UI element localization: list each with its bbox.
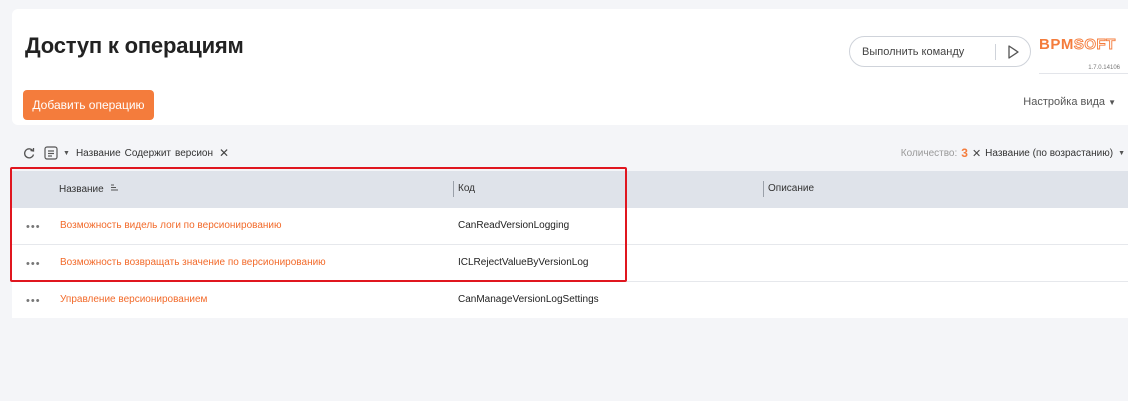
caret-down-icon: ▼ xyxy=(1108,98,1116,107)
app-version: 1.7.0.14106 xyxy=(1088,65,1120,71)
column-header-code[interactable]: Код xyxy=(458,183,475,194)
table-row[interactable]: ••• Управление версионированием CanManag… xyxy=(12,282,1128,319)
operation-code: CanManageVersionLogSettings xyxy=(458,294,599,305)
close-icon[interactable]: ✕ xyxy=(219,146,229,160)
filter-bar: ▼ Название Содержит версион ✕ xyxy=(22,145,229,161)
logo-bpm: BPM xyxy=(1039,36,1074,53)
summary-bar: Количество: 3 ✕ Название (по возрастанию… xyxy=(901,145,1125,161)
grid-header: Название Код Описание xyxy=(12,171,1128,208)
page-header: Доступ к операциям BPMSOFT 1.7.0.14106 Д… xyxy=(12,9,1128,125)
add-operation-button[interactable]: Добавить операцию xyxy=(23,90,154,120)
operation-name-link[interactable]: Возможность возвращать значение по верси… xyxy=(60,257,326,268)
column-divider[interactable] xyxy=(763,181,764,197)
sort-order[interactable]: Название (по возрастанию) xyxy=(985,148,1113,159)
more-icon[interactable]: ••• xyxy=(26,295,41,307)
count-label: Количество: xyxy=(900,147,958,159)
more-icon[interactable]: ••• xyxy=(26,221,41,233)
caret-down-icon[interactable]: ▼ xyxy=(63,150,70,157)
operation-name-link[interactable]: Управление версионированием xyxy=(60,294,207,305)
run-icon[interactable] xyxy=(1003,43,1023,61)
table-row[interactable]: ••• Возможность видель логи по версионир… xyxy=(12,208,1128,245)
filter-value[interactable]: версион xyxy=(175,148,213,159)
close-icon[interactable]: ✕ xyxy=(972,147,981,160)
table-row[interactable]: ••• Возможность возвращать значение по в… xyxy=(12,245,1128,282)
column-divider[interactable] xyxy=(453,181,454,197)
view-settings-label: Настройка вида xyxy=(1023,96,1106,108)
operations-grid: Название Код Описание ••• Возможность ви… xyxy=(12,171,1128,318)
view-settings-menu[interactable]: Настройка вида ▼ xyxy=(1023,96,1116,108)
svg-text:BPMSOFT: BPMSOFT xyxy=(1039,36,1116,53)
column-header-name[interactable]: Название xyxy=(59,183,119,195)
more-icon[interactable]: ••• xyxy=(26,258,41,270)
operation-code: ICLRejectValueByVersionLog xyxy=(458,257,589,268)
operation-name-link[interactable]: Возможность видель логи по версионирован… xyxy=(60,220,282,231)
refresh-icon[interactable] xyxy=(22,146,36,160)
operation-code: CanReadVersionLogging xyxy=(458,220,570,231)
filter-list-icon[interactable] xyxy=(44,146,58,160)
column-name-label: Название xyxy=(59,183,104,195)
header-divider xyxy=(1039,73,1128,74)
command-line xyxy=(849,36,1031,67)
command-input[interactable] xyxy=(862,43,992,61)
filter-operator[interactable]: Содержит xyxy=(125,148,171,159)
logo-soft: SOFT xyxy=(1074,36,1116,53)
page-title: Доступ к операциям xyxy=(25,33,244,58)
filter-field[interactable]: Название xyxy=(76,148,121,159)
sort-icon xyxy=(110,183,119,195)
record-count: 3 xyxy=(961,146,968,160)
column-header-description[interactable]: Описание xyxy=(768,183,814,194)
bpmsoft-logo: BPMSOFT xyxy=(1039,36,1116,53)
caret-down-icon[interactable]: ▼ xyxy=(1118,150,1125,157)
command-divider xyxy=(995,44,996,60)
